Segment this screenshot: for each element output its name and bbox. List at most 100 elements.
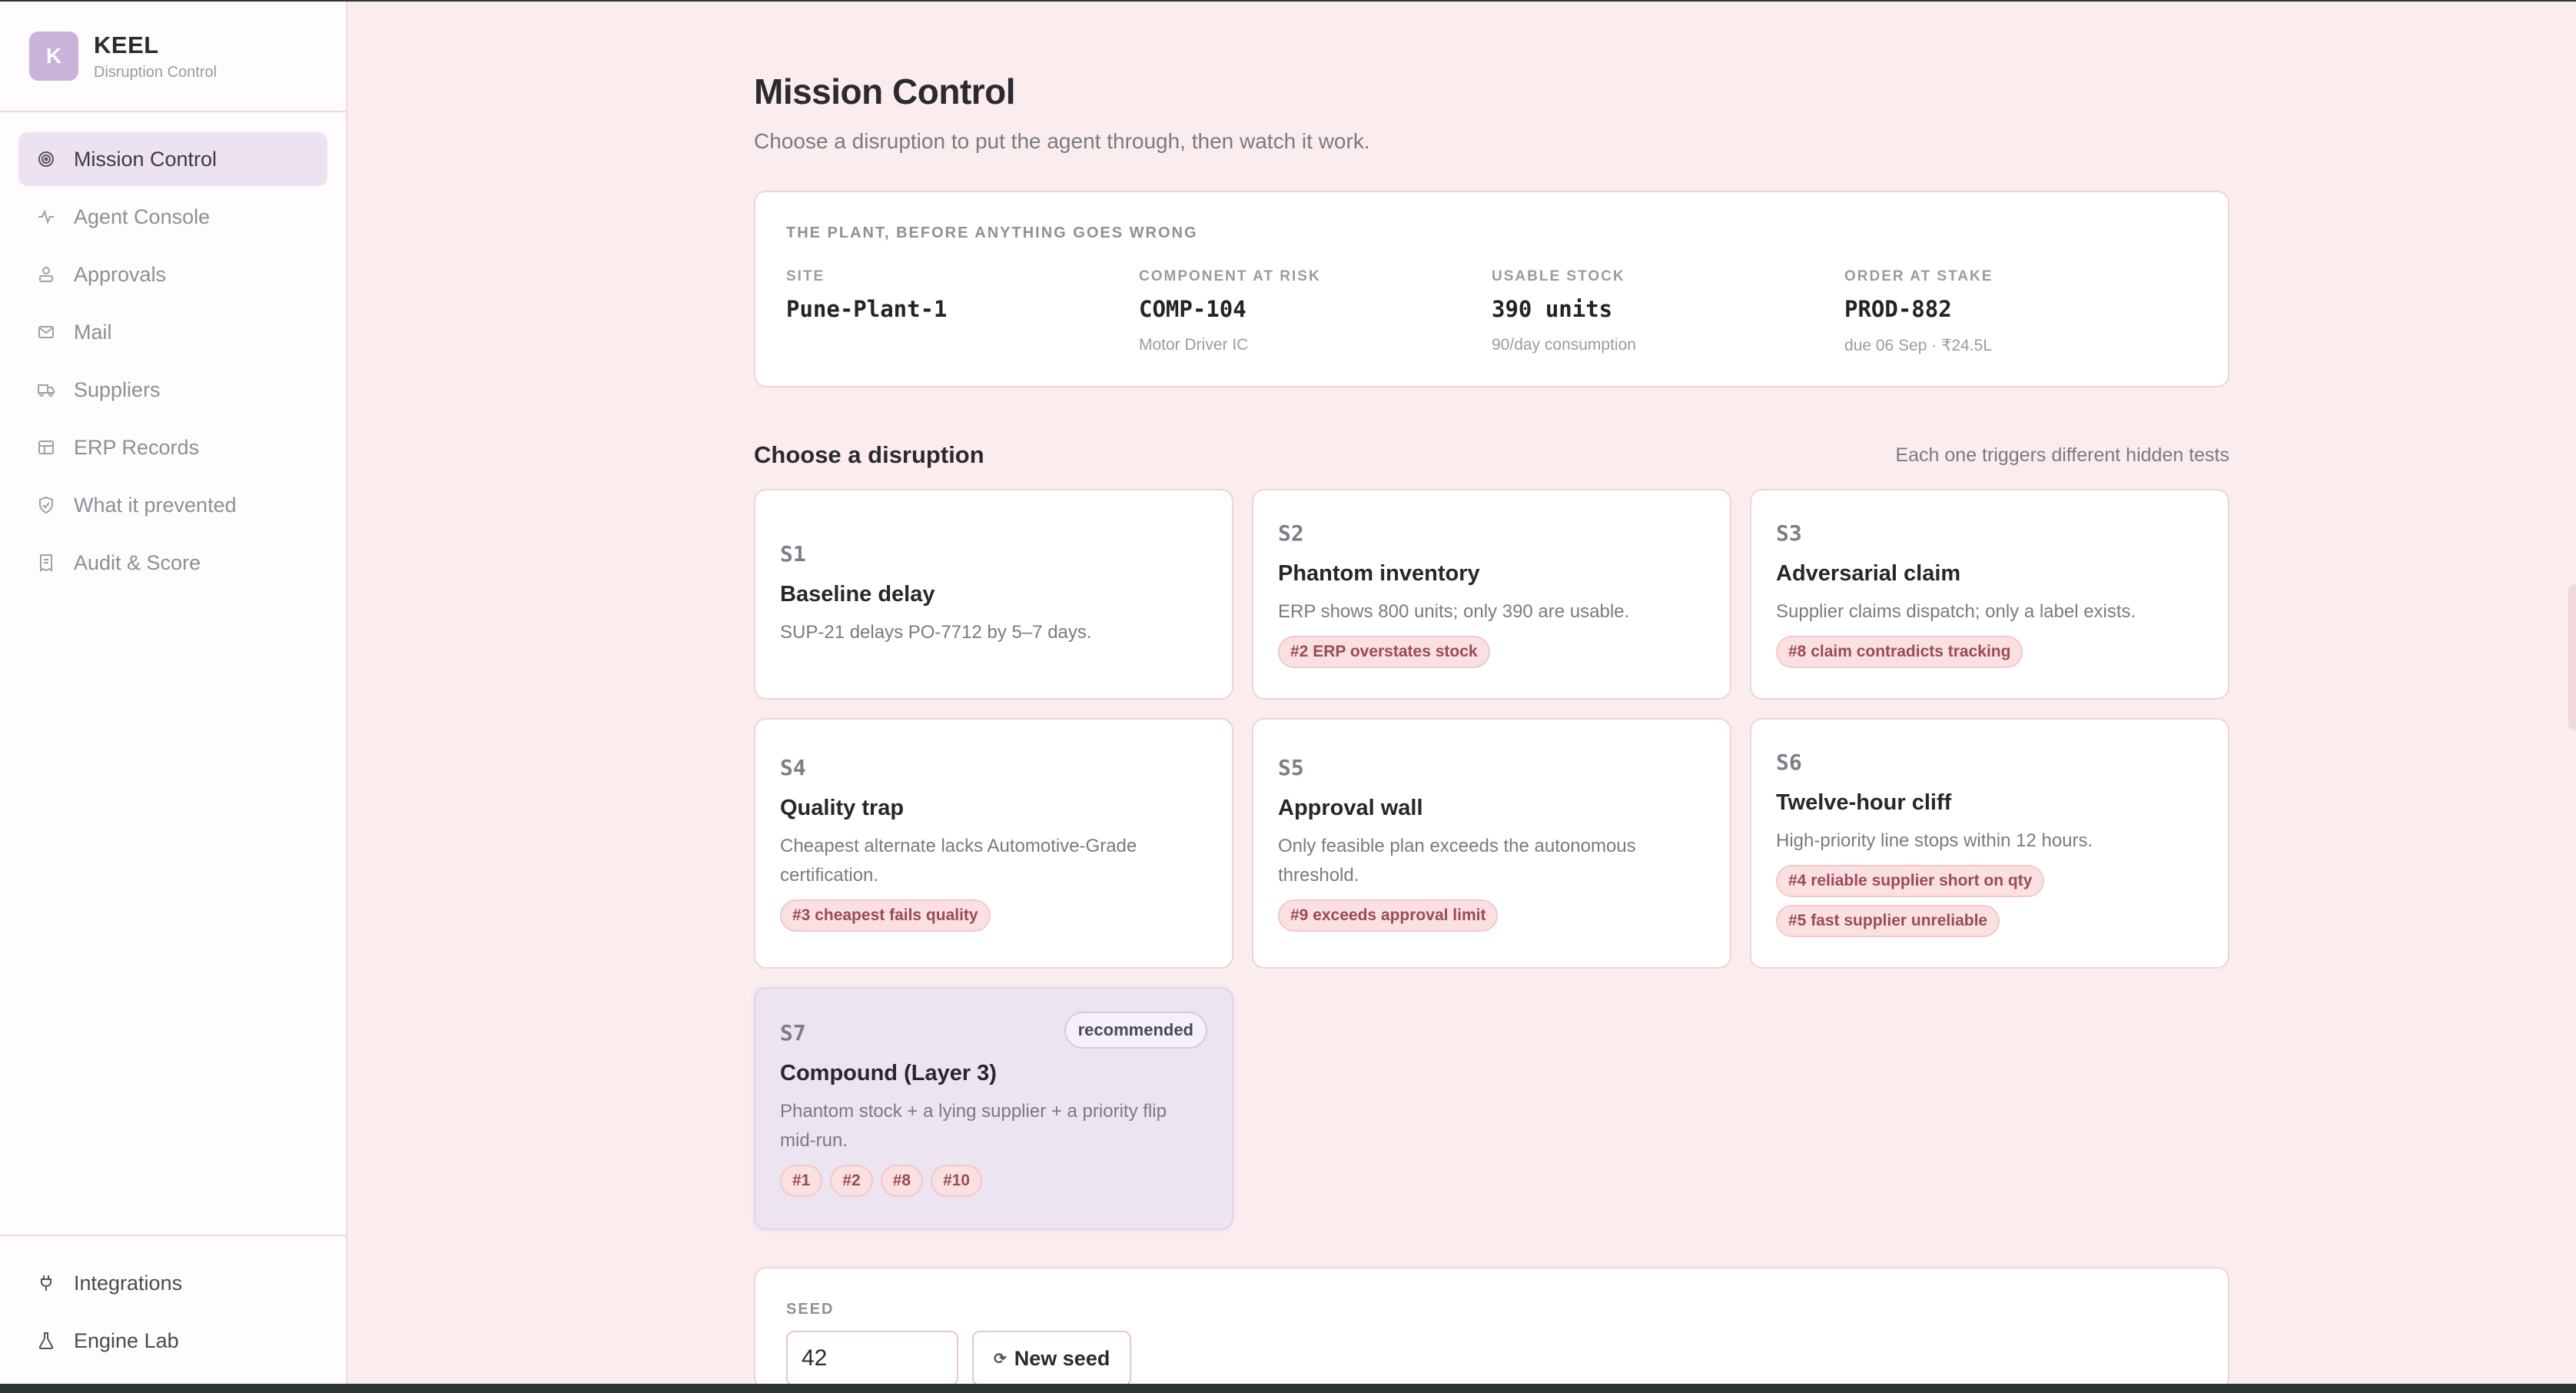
sidebar-item-label: Engine Lab (74, 1328, 179, 1352)
scenario-desc: High-priority line stops within 12 hours… (1776, 830, 2093, 851)
scenario-title: Compound (Layer 3) (780, 1061, 997, 1085)
seed-input[interactable] (786, 1331, 958, 1384)
scenario-id: S2 (1278, 520, 1304, 546)
field-note: Motor Driver IC (1139, 336, 1249, 354)
scenario-title: Approval wall (1278, 796, 1423, 820)
activity-icon (37, 208, 55, 226)
field-value: COMP-104 (1139, 296, 1247, 322)
scenario-desc: SUP-21 delays PO-7712 by 5–7 days. (780, 622, 1092, 643)
scenario-desc: Only feasible plan exceeds the autonomou… (1278, 836, 1636, 886)
sidebar-item-agent-console[interactable]: Agent Console (18, 190, 327, 244)
field-label: ORDER AT STAKE (1844, 268, 1993, 284)
new-seed-label: New seed (1014, 1346, 1110, 1370)
scenario-desc: Phantom stock + a lying supplier + a pri… (780, 1101, 1167, 1151)
test-tag: #8 claim contradicts tracking (1776, 636, 2023, 668)
scenario-card-s4[interactable]: S4 Quality trap Cheapest alternate lacks… (754, 718, 1233, 969)
field-value: PROD-882 (1844, 296, 1952, 322)
sidebar-nav: Mission Control Agent Console Approvals … (0, 112, 346, 593)
sidebar-item-erp-records[interactable]: ERP Records (18, 421, 327, 474)
sidebar-item-engine-lab[interactable]: Engine Lab (18, 1314, 327, 1368)
sidebar-item-label: Suppliers (74, 377, 161, 401)
scenario-card-s3[interactable]: S3 Adversarial claim Supplier claims dis… (1750, 489, 2229, 700)
plant-field-component: COMPONENT AT RISK COMP-104 Motor Driver … (1139, 268, 1492, 355)
sidebar: K KEEL Disruption Control Mission Contro… (0, 2, 347, 1384)
scenario-title: Quality trap (780, 796, 905, 820)
page-subtitle: Choose a disruption to put the agent thr… (754, 129, 1370, 153)
plant-field-order: ORDER AT STAKE PROD-882 due 06 Sep · ₹24… (1844, 268, 2197, 355)
sidebar-item-label: Integrations (74, 1271, 183, 1295)
field-value: 390 units (1492, 296, 1613, 322)
scenario-card-s5[interactable]: S5 Approval wall Only feasible plan exce… (1252, 718, 1731, 969)
test-tag: #5 fast supplier unreliable (1776, 905, 2000, 937)
seed-label: SEED (786, 1301, 835, 1318)
sidebar-item-what-it-prevented[interactable]: What it prevented (18, 478, 327, 532)
table-icon (37, 438, 55, 457)
scenario-desc: Cheapest alternate lacks Automotive-Grad… (780, 836, 1137, 886)
field-label: COMPONENT AT RISK (1139, 268, 1321, 284)
plant-summary-card: THE PLANT, BEFORE ANYTHING GOES WRONG SI… (754, 191, 2229, 387)
plant-eyebrow: THE PLANT, BEFORE ANYTHING GOES WRONG (786, 224, 1198, 241)
page-title: Mission Control (754, 71, 1016, 111)
brand-logo: K (29, 32, 78, 81)
sidebar-item-audit-score[interactable]: Audit & Score (18, 536, 327, 590)
sidebar-item-integrations[interactable]: Integrations (18, 1256, 327, 1310)
scenario-desc: Supplier claims dispatch; only a label e… (1776, 601, 2136, 622)
test-tag: #1 (780, 1165, 823, 1197)
test-tag: #2 ERP overstates stock (1278, 636, 1490, 668)
sidebar-item-label: Audit & Score (74, 550, 201, 574)
test-tag: #3 cheapest fails quality (780, 899, 991, 932)
brand-name: KEEL (94, 31, 159, 58)
scenario-id: S1 (780, 541, 806, 567)
scenario-card-s7[interactable]: recommended S7 Compound (Layer 3) Phanto… (754, 987, 1233, 1230)
brand-subtitle: Disruption Control (94, 63, 217, 81)
sidebar-item-label: ERP Records (74, 435, 200, 459)
scenario-title: Twelve-hour cliff (1776, 790, 1952, 815)
sidebar-item-label: What it prevented (74, 493, 237, 517)
field-note: due 06 Sep · ₹24.5L (1844, 337, 1993, 354)
main-content: Mission Control Choose a disruption to p… (347, 2, 2576, 1384)
plug-icon (37, 1274, 55, 1292)
truck-icon (37, 381, 55, 399)
sidebar-item-mail[interactable]: Mail (18, 305, 327, 359)
scenario-card-s2[interactable]: S2 Phantom inventory ERP shows 800 units… (1252, 489, 1731, 700)
user-check-icon (37, 265, 55, 284)
scenario-card-s1[interactable]: S1 Baseline delay SUP-21 delays PO-7712 … (754, 489, 1233, 700)
sidebar-item-label: Mission Control (74, 147, 217, 171)
field-label: SITE (786, 268, 825, 284)
sidebar-item-mission-control[interactable]: Mission Control (18, 132, 327, 186)
sidebar-item-label: Approvals (74, 262, 167, 286)
scenario-id: S3 (1776, 520, 1802, 546)
refresh-icon: ⟳ (994, 1350, 1007, 1368)
scenario-grid: S1 Baseline delay SUP-21 delays PO-7712 … (754, 489, 2229, 1230)
receipt-icon (37, 554, 55, 572)
sidebar-footer: Integrations Engine Lab (0, 1235, 346, 1384)
scenario-title: Phantom inventory (1278, 561, 1480, 586)
flask-icon (37, 1331, 55, 1350)
new-seed-button[interactable]: ⟳ New seed (972, 1331, 1132, 1384)
scenario-card-s6[interactable]: S6 Twelve-hour cliff High-priority line … (1750, 718, 2229, 969)
recommended-badge: recommended (1064, 1012, 1207, 1049)
field-value: Pune-Plant-1 (786, 296, 948, 322)
test-tag: #8 (880, 1165, 924, 1197)
field-note: 90/day consumption (1492, 336, 1636, 354)
scenario-title: Baseline delay (780, 582, 935, 607)
section-note: Each one triggers different hidden tests (1895, 444, 2229, 466)
mail-icon (37, 323, 55, 341)
test-tag: #9 exceeds approval limit (1278, 899, 1499, 932)
scenario-title: Adversarial claim (1776, 561, 1961, 586)
scroll-edge-handle[interactable] (2568, 584, 2576, 730)
scenario-id: S5 (1278, 755, 1304, 780)
sidebar-item-suppliers[interactable]: Suppliers (18, 363, 327, 417)
plant-field-site: SITE Pune-Plant-1 (786, 268, 1139, 355)
seed-card: SEED ⟳ New seed (754, 1267, 2229, 1384)
test-tag: #10 (931, 1165, 983, 1197)
test-tag: #4 reliable supplier short on qty (1776, 865, 2045, 897)
field-label: USABLE STOCK (1492, 268, 1625, 284)
scenario-id: S6 (1776, 750, 1802, 775)
scenario-desc: ERP shows 800 units; only 390 are usable… (1278, 601, 1630, 622)
brand: K KEEL Disruption Control (0, 2, 346, 112)
target-icon (37, 150, 55, 168)
shield-icon (37, 496, 55, 514)
section-title: Choose a disruption (754, 441, 984, 468)
sidebar-item-approvals[interactable]: Approvals (18, 248, 327, 301)
